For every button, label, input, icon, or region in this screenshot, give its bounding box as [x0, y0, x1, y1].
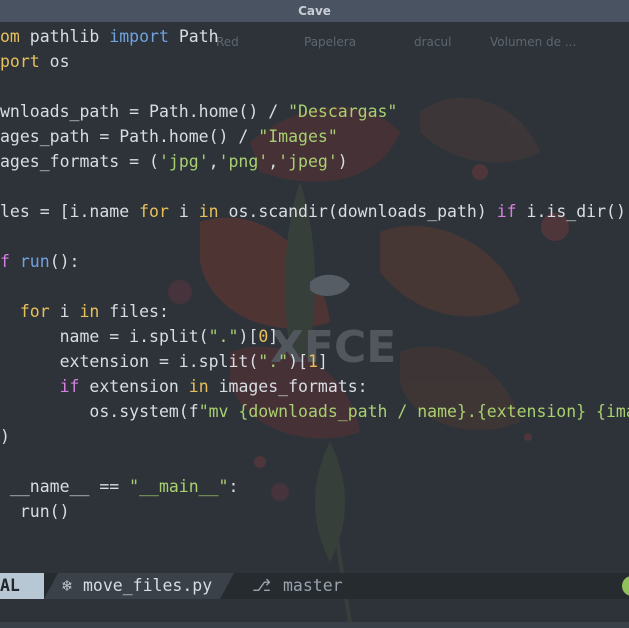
file-name: move_files.py: [83, 576, 213, 595]
desktop-label-trash: Papelera: [304, 35, 357, 49]
code-line-5: ages_formats = ('jpg','png','jpeg'): [0, 152, 348, 171]
status-ok-icon: [622, 576, 629, 596]
terminal-window[interactable]: XFCE Red Papelera dracul Volumen de ... …: [0, 22, 629, 628]
git-branch: master: [283, 576, 343, 595]
window-title: Cave: [0, 0, 629, 22]
code-line-6: les = [i.name for i in os.scandir(downlo…: [0, 202, 626, 221]
desktop-label-red: Red: [216, 35, 239, 49]
mode-label: AL: [0, 576, 20, 595]
mode-indicator: AL: [0, 573, 44, 599]
python-icon: ❄: [62, 576, 72, 595]
code-line-10: extension = i.split(".")[1]: [0, 352, 328, 371]
code-line-11: if extension in images_formats:: [59, 377, 368, 396]
code-line-9: name = i.split(".")[0]: [0, 327, 279, 346]
code-line-14: __name__ == "__main__":: [0, 477, 239, 496]
code-line-3: wnloads_path = Path.home() / "Descargas": [0, 102, 398, 121]
git-branch-icon: ⎇: [252, 576, 272, 595]
code-line-12: os.system(f"mv {downloads_path / name}.{…: [0, 402, 629, 421]
code-line-13: ): [0, 427, 10, 446]
code-line-2: port os: [0, 52, 70, 71]
code-line-1: om pathlib import Path: [0, 27, 219, 46]
code-line-8: for i in files:: [19, 302, 169, 321]
code-line-4: ages_path = Path.home() / "Images": [0, 127, 338, 146]
desktop-label-dracul: dracul: [414, 35, 452, 49]
code-line-15: run(): [0, 502, 70, 521]
desktop-label-volume: Volumen de ...: [490, 35, 577, 49]
status-line: AL ❄ move_files.py ⎇ master: [0, 573, 629, 599]
code-line-7: f run():: [0, 252, 80, 271]
bottom-border: [0, 622, 629, 628]
